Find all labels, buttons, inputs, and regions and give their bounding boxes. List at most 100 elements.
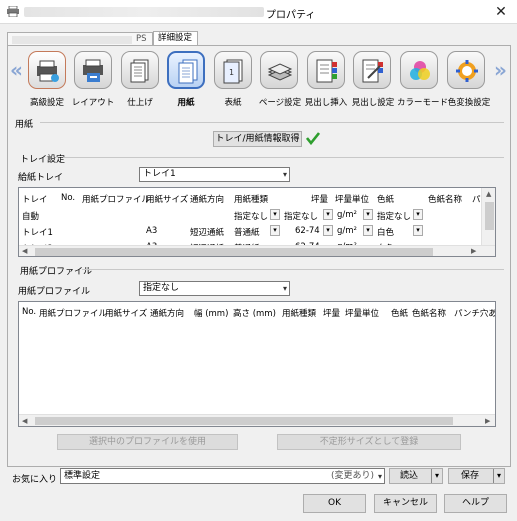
finishing-icon [130, 59, 149, 83]
column-header[interactable]: 通紙方向 [150, 307, 184, 319]
get-tray-info-button[interactable]: トレイ/用紙情報取得 [213, 131, 302, 147]
column-header[interactable]: 坪量 [323, 307, 340, 319]
toolbar-scroll-left[interactable]: « [10, 58, 23, 82]
chevron-down-icon[interactable]: ▾ [493, 469, 501, 483]
scroll-thumb[interactable] [35, 248, 433, 256]
column-header[interactable]: 用紙プロファイル [82, 193, 150, 205]
tray-cell: 自動 [22, 212, 40, 222]
paper-profile-select[interactable]: 指定なし ▾ [139, 281, 290, 296]
favorites-label: お気に入り [12, 475, 58, 485]
layout-icon [83, 59, 103, 82]
toolbar-label: 見出し挿入 [304, 98, 348, 108]
chevron-down-icon[interactable]: ▾ [323, 209, 333, 220]
column-header[interactable]: 坪量 [311, 193, 328, 205]
scroll-thumb[interactable] [35, 417, 453, 425]
scroll-left-icon[interactable]: ◀ [22, 247, 27, 255]
column-header[interactable]: 高さ (mm) [233, 307, 276, 319]
column-header[interactable]: 通紙方向 [190, 193, 224, 205]
toolbar-tab-insert[interactable] [307, 51, 345, 89]
column-header[interactable]: No. [22, 307, 36, 317]
tab-advanced[interactable]: 詳細設定 [153, 31, 198, 46]
chevron-down-icon[interactable]: ▾ [323, 225, 333, 236]
toolbar-label: 仕上げ [127, 98, 153, 108]
chevron-down-icon[interactable]: ▾ [363, 209, 373, 220]
tab-insert-icon [316, 59, 337, 83]
ok-button[interactable]: OK [303, 494, 366, 513]
toolbar-cover[interactable]: 1 [214, 51, 252, 89]
column-header[interactable]: 用紙サイズ [146, 193, 188, 205]
tray-table[interactable]: トレイ No. 用紙プロファイル 用紙サイズ 通紙方向 用紙種類 坪量 坪量単位… [18, 187, 496, 257]
column-header[interactable]: 色紙 [391, 307, 408, 319]
weight-unit-cell: g/m² [337, 210, 357, 220]
toolbar-paper[interactable] [167, 51, 205, 89]
toolbar-layout[interactable] [74, 51, 112, 89]
toolbar-color-mode[interactable] [400, 51, 438, 89]
tab-basic[interactable]: PS [7, 32, 153, 46]
chevron-down-icon[interactable]: ▾ [431, 469, 439, 483]
column-header[interactable]: パンチ穴あ [454, 307, 495, 319]
tray-table-vertical-scrollbar[interactable]: ▲ [481, 188, 495, 246]
toolbar-quality-settings[interactable] [28, 51, 66, 89]
column-header[interactable]: 坪量単位 [345, 307, 379, 319]
column-header[interactable]: 用紙サイズ [105, 307, 147, 319]
quality-settings-icon [37, 60, 59, 82]
profile-table-horizontal-scrollbar[interactable]: ◀ ▶ [19, 414, 495, 426]
paper-icon [178, 59, 198, 84]
window-title-prefix [24, 7, 264, 17]
favorites-select[interactable]: 標準設定 (変更あり) ▾ [60, 468, 385, 484]
load-button-label: 読込 [400, 471, 419, 481]
scroll-left-icon[interactable]: ◀ [22, 417, 27, 425]
close-button[interactable]: ✕ [492, 4, 510, 20]
table-row[interactable]: 自動 指定なし ▾ 指定なし ▾ g/m² ▾ 指定なし ▾ [19, 207, 495, 223]
toolbar-color-conversion[interactable] [447, 51, 485, 89]
table-row[interactable]: トレイ1 A3 短辺通紙 普通紙 ▾ 62-74 ▾ g/m² ▾ 白色 ▾ [19, 223, 495, 239]
toolbar-label: 用紙 [177, 98, 195, 108]
feed-tray-value: トレイ1 [143, 169, 176, 179]
chevron-down-icon[interactable]: ▾ [413, 209, 423, 220]
cover-icon: 1 [223, 59, 243, 84]
chevron-down-icon[interactable]: ▾ [363, 225, 373, 236]
chevron-down-icon: ▾ [282, 170, 287, 179]
scroll-right-icon[interactable]: ▶ [485, 417, 490, 425]
column-header[interactable]: 幅 (mm) [194, 307, 228, 319]
toolbar-scroll-right[interactable]: » [494, 58, 507, 82]
paper-type-cell: 普通紙 [234, 228, 260, 238]
column-header[interactable]: 用紙種類 [234, 193, 268, 205]
paper-profile-value: 指定なし [143, 283, 180, 293]
load-button[interactable]: 読込 ▾ [389, 468, 443, 484]
feed-tray-label: 給紙トレイ [18, 173, 64, 183]
save-button[interactable]: 保存 ▾ [448, 468, 505, 484]
toolbar-page-setup[interactable] [260, 51, 298, 89]
use-selected-profile-button[interactable]: 選択中のプロファイルを使用 [57, 434, 238, 450]
toolbar-finishing[interactable] [121, 51, 159, 89]
feed-tray-select[interactable]: トレイ1 ▾ [139, 167, 290, 182]
register-custom-size-button[interactable]: 不定形サイズとして登録 [277, 434, 461, 450]
column-header[interactable]: 色紙名称 [428, 193, 462, 205]
page-setup-icon [267, 63, 293, 81]
tab-settings-icon [362, 59, 383, 83]
column-header[interactable]: 用紙プロファイル [39, 307, 107, 319]
profile-table[interactable]: No. 用紙プロファイル 用紙サイズ 通紙方向 幅 (mm) 高さ (mm) 用… [18, 301, 496, 427]
title-bar: プロパティ ✕ [0, 0, 517, 24]
toolbar-tab-settings[interactable] [353, 51, 391, 89]
scroll-up-icon[interactable]: ▲ [486, 190, 491, 198]
column-header[interactable]: No. [61, 193, 75, 203]
paper-section-label: 用紙 [15, 120, 34, 130]
paper-type-cell: 指定なし [234, 212, 269, 222]
tray-table-horizontal-scrollbar[interactable]: ◀ ▶ [19, 245, 495, 256]
save-button-label: 保存 [461, 471, 480, 481]
chevron-down-icon[interactable]: ▾ [413, 225, 423, 236]
help-button[interactable]: ヘルプ [444, 494, 507, 513]
tray-cell: トレイ1 [22, 228, 53, 238]
toolbar-label: レイアウト [71, 98, 115, 108]
column-header[interactable]: 坪量単位 [335, 193, 369, 205]
column-header[interactable]: 用紙種類 [282, 307, 316, 319]
column-header[interactable]: 色紙 [377, 193, 394, 205]
chevron-down-icon[interactable]: ▾ [270, 209, 280, 220]
column-header[interactable]: トレイ [22, 193, 48, 205]
column-header[interactable]: 色紙名称 [412, 307, 446, 319]
chevron-down-icon[interactable]: ▾ [270, 225, 280, 236]
cancel-button[interactable]: キャンセル [374, 494, 437, 513]
scroll-thumb[interactable] [485, 202, 494, 230]
scroll-right-icon[interactable]: ▶ [471, 247, 476, 255]
